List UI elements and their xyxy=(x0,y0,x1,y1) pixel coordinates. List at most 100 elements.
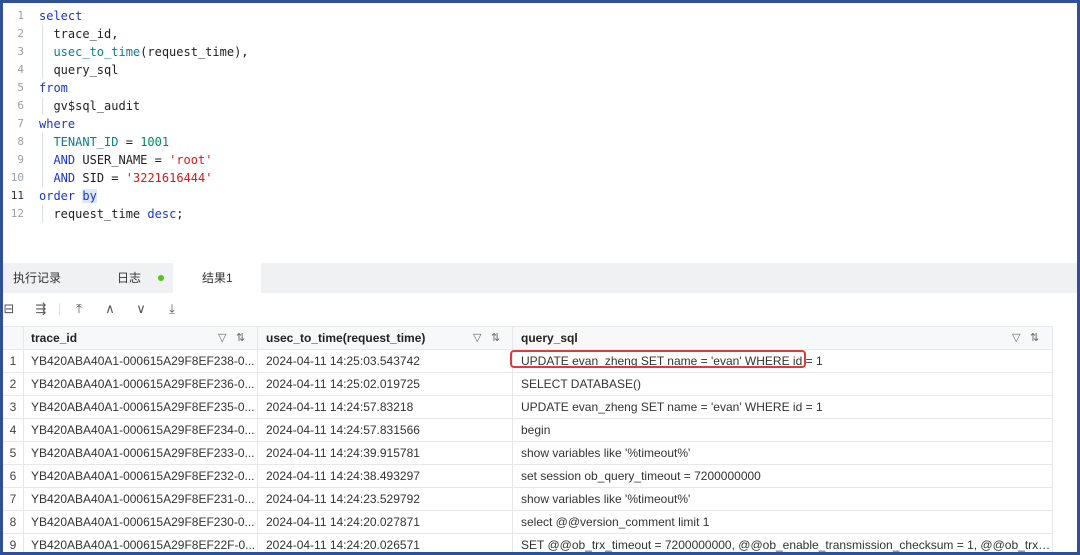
app-window: 1 select 2 trace_id, 3 usec_to_time(requ… xyxy=(0,0,1080,555)
result-tab-bar: 执行记录 日志 结果1 xyxy=(3,263,1077,293)
grid-header: trace_id ▽ ⇅ usec_to_time(request_time) … xyxy=(3,326,1053,350)
row-number: 1 xyxy=(3,350,24,372)
tab-history-label: 执行记录 xyxy=(13,271,62,285)
column-query-sql: query_sql xyxy=(53,63,119,77)
cell-query-sql[interactable]: show variables like '%timeout%' xyxy=(513,488,1053,510)
table-row[interactable]: 6 YB420ABA40A1-000615A29F8EF232-0... 202… xyxy=(3,465,1053,488)
cell-trace-id[interactable]: YB420ABA40A1-000615A29F8EF238-0... xyxy=(24,350,258,372)
cell-time[interactable]: 2024-04-11 14:24:20.026571 xyxy=(258,534,513,552)
filter-icon[interactable]: ▽ xyxy=(1012,327,1020,349)
row-number: 6 xyxy=(3,465,24,487)
line-number: 11 xyxy=(10,189,24,202)
column-header-label: trace_id xyxy=(31,331,78,345)
last-row-icon[interactable]: ⤓ xyxy=(162,299,182,319)
user-value: 'root' xyxy=(169,153,213,167)
sort-icon[interactable]: ⇅ xyxy=(236,327,245,349)
cell-trace-id[interactable]: YB420ABA40A1-000615A29F8EF236-0... xyxy=(24,373,258,395)
keyword-order: order xyxy=(39,189,76,203)
cell-trace-id[interactable]: YB420ABA40A1-000615A29F8EF233-0... xyxy=(24,442,258,464)
tab-log[interactable]: 日志 xyxy=(103,263,173,293)
cell-query-sql[interactable]: SET @@ob_trx_timeout = 7200000000, @@ob_… xyxy=(513,534,1053,552)
cell-trace-id[interactable]: YB420ABA40A1-000615A29F8EF235-0... xyxy=(24,396,258,418)
cell-trace-id[interactable]: YB420ABA40A1-000615A29F8EF230-0... xyxy=(24,511,258,533)
cell-time[interactable]: 2024-04-11 14:24:38.493297 xyxy=(258,465,513,487)
highlight-annotation-box xyxy=(510,350,806,368)
cell-time[interactable]: 2024-04-11 14:25:02.019725 xyxy=(258,373,513,395)
sort-icon[interactable]: ⇅ xyxy=(1030,327,1039,349)
keyword-desc: desc xyxy=(147,207,177,221)
code-line: 5 from xyxy=(3,79,1077,97)
keyword-by: by xyxy=(82,189,97,203)
keyword-where: where xyxy=(39,117,76,131)
filter-icon[interactable]: ▽ xyxy=(218,327,226,349)
cell-time[interactable]: 2024-04-11 14:24:23.529792 xyxy=(258,488,513,510)
cell-trace-id[interactable]: YB420ABA40A1-000615A29F8EF232-0... xyxy=(24,465,258,487)
filter-icon[interactable]: ▽ xyxy=(473,327,481,349)
code-line: 10 AND SID = '3221616444' xyxy=(3,169,1077,187)
table-row[interactable]: 5 YB420ABA40A1-000615A29F8EF233-0... 202… xyxy=(3,442,1053,465)
code-line: 1 select xyxy=(3,7,1077,25)
cell-query-sql[interactable]: UPDATE evan_zheng SET name = 'evan' WHER… xyxy=(513,396,1053,418)
code-line: 2 trace_id, xyxy=(3,25,1077,43)
cell-time[interactable]: 2024-04-11 14:24:57.831566 xyxy=(258,419,513,441)
column-tenant-id: TENANT_ID xyxy=(53,135,119,149)
table-row[interactable]: 4 YB420ABA40A1-000615A29F8EF234-0... 202… xyxy=(3,419,1053,442)
cell-time[interactable]: 2024-04-11 14:24:20.027871 xyxy=(258,511,513,533)
column-header-label: usec_to_time(request_time) xyxy=(266,331,426,345)
prev-row-icon[interactable]: ∧ xyxy=(100,299,120,319)
table-row[interactable]: 8 YB420ABA40A1-000615A29F8EF230-0... 202… xyxy=(3,511,1053,534)
line-number: 3 xyxy=(17,45,24,58)
column-request-time: request_time xyxy=(53,207,141,221)
sid-value: '3221616444' xyxy=(125,171,213,185)
expand-icon[interactable]: ⊟ xyxy=(3,299,19,319)
sort-icon[interactable]: ⇅ xyxy=(491,327,500,349)
cell-query-sql[interactable]: select @@version_comment limit 1 xyxy=(513,511,1053,533)
table-row[interactable]: 3 YB420ABA40A1-000615A29F8EF235-0... 202… xyxy=(3,396,1053,419)
cell-trace-id[interactable]: YB420ABA40A1-000615A29F8EF234-0... xyxy=(24,419,258,441)
code-line: 9 AND USER_NAME = 'root' xyxy=(3,151,1077,169)
cell-trace-id[interactable]: YB420ABA40A1-000615A29F8EF22F-0... xyxy=(24,534,258,552)
table-row[interactable]: 2 YB420ABA40A1-000615A29F8EF236-0... 202… xyxy=(3,373,1053,396)
operator-eq: = xyxy=(125,135,133,149)
tree-icon[interactable]: ⇶ xyxy=(31,299,51,319)
row-number: 4 xyxy=(3,419,24,441)
code-line: 4 query_sql xyxy=(3,61,1077,79)
cell-trace-id[interactable]: YB420ABA40A1-000615A29F8EF231-0... xyxy=(24,488,258,510)
cell-time[interactable]: 2024-04-11 14:24:57.83218 xyxy=(258,396,513,418)
line-number: 9 xyxy=(17,153,24,166)
tenant-value: 1001 xyxy=(140,135,170,149)
operator-eq: = xyxy=(154,153,162,167)
sql-editor[interactable]: 1 select 2 trace_id, 3 usec_to_time(requ… xyxy=(3,7,1077,265)
line-number: 6 xyxy=(17,99,24,112)
line-number: 5 xyxy=(17,81,24,94)
line-number: 12 xyxy=(10,207,24,220)
code-line: 8 TENANT_ID = 1001 xyxy=(3,133,1077,151)
table-row[interactable]: 9 YB420ABA40A1-000615A29F8EF22F-0... 202… xyxy=(3,534,1053,552)
toolbar-divider xyxy=(59,303,60,315)
column-header-query-sql[interactable]: query_sql xyxy=(513,327,1053,349)
keyword-select: select xyxy=(39,9,83,23)
line-number: 10 xyxy=(10,171,24,184)
cell-query-sql[interactable]: SELECT DATABASE() xyxy=(513,373,1053,395)
first-row-icon[interactable]: ⤒ xyxy=(69,299,89,319)
keyword-and: AND xyxy=(53,171,76,185)
tab-history[interactable]: 执行记录 xyxy=(13,263,73,293)
column-trace-id: trace_id, xyxy=(53,27,119,41)
cell-query-sql[interactable]: show variables like '%timeout%' xyxy=(513,442,1053,464)
line-number: 1 xyxy=(17,9,24,22)
keyword-from: from xyxy=(39,81,68,95)
cell-time[interactable]: 2024-04-11 14:24:39.915781 xyxy=(258,442,513,464)
cell-time[interactable]: 2024-04-11 14:25:03.543742 xyxy=(258,350,513,372)
keyword-and: AND xyxy=(53,153,76,167)
row-number: 9 xyxy=(3,534,24,552)
line-number: 7 xyxy=(17,117,24,130)
tab-result-1[interactable]: 结果1 xyxy=(173,263,261,293)
cell-query-sql[interactable]: set session ob_query_timeout = 720000000… xyxy=(513,465,1053,487)
table-row[interactable]: 7 YB420ABA40A1-000615A29F8EF231-0... 202… xyxy=(3,488,1053,511)
row-number: 2 xyxy=(3,373,24,395)
status-dot-icon xyxy=(158,275,164,281)
next-row-icon[interactable]: ∨ xyxy=(131,299,151,319)
line-number: 2 xyxy=(17,27,24,40)
row-number: 5 xyxy=(3,442,24,464)
cell-query-sql[interactable]: begin xyxy=(513,419,1053,441)
